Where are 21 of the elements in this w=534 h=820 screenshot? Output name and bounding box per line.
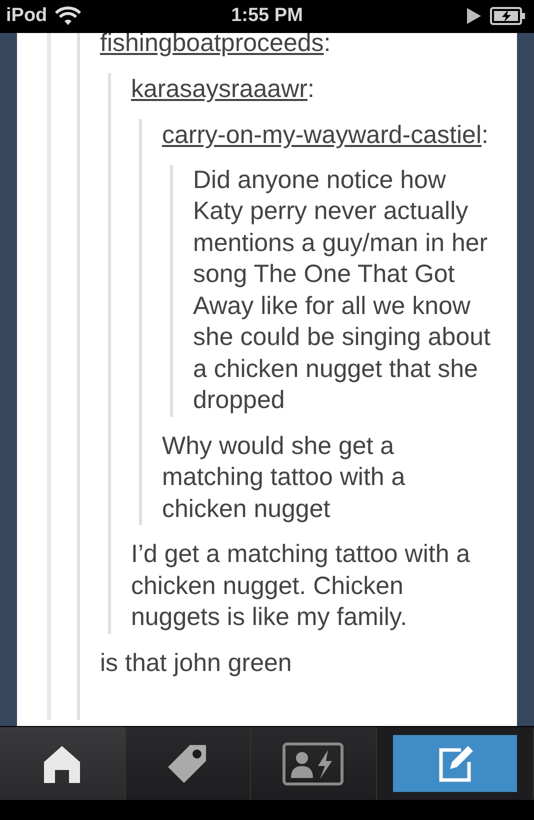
home-icon [42, 744, 82, 784]
activity-icon [282, 742, 344, 786]
reblog-attribution: karasaysraaawr: [131, 74, 316, 105]
tag-tab[interactable] [126, 727, 251, 800]
tag-icon [168, 742, 208, 785]
post-text: Why would she get a matching tattoo with a chicken nugget [162, 430, 406, 525]
username-link[interactable]: karasaysraaawr [131, 74, 308, 103]
username-link[interactable]: fishingboatproceeds [100, 32, 324, 57]
username-link[interactable]: carry-on-my-wayward-castiel [162, 120, 482, 149]
play-icon [466, 7, 482, 26]
home-tab[interactable] [0, 727, 126, 800]
wifi-icon [55, 6, 82, 26]
battery-charging-icon [490, 7, 526, 26]
post-text: Did anyone notice how Katy perry never actually mentions a guy/man in her song The One That Got Away like for all we know she could be singing about a chicken nugget that she dropped [193, 164, 492, 416]
post-text: I’d get a matching tattoo with a chicken nugget. Chicken nuggets is like my family. [131, 539, 472, 634]
reblog-attribution: fishingboatproceeds: [100, 32, 332, 59]
activity-tab[interactable] [251, 727, 376, 800]
clock: 1:55 PM [231, 5, 303, 28]
device-name: iPod [6, 5, 48, 28]
reblog-attribution: carry-on-my-wayward-castiel: [162, 120, 490, 151]
post-text: is that john green [100, 648, 293, 679]
